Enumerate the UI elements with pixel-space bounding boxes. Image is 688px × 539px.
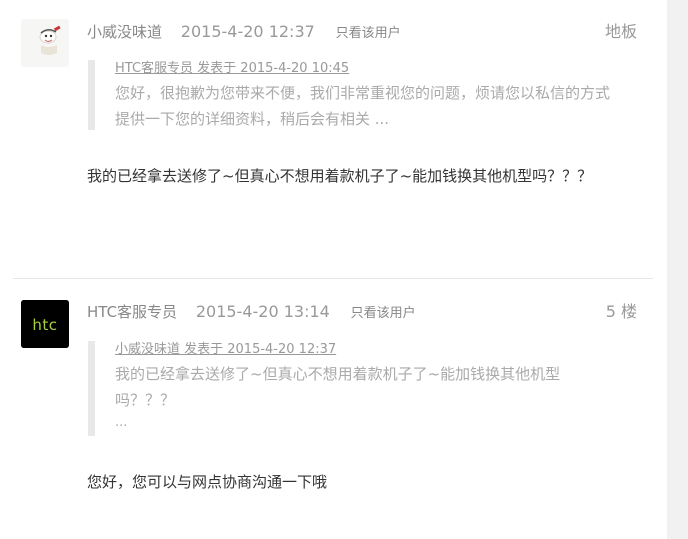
- post-meta: HTC客服专员 2015-4-20 13:14 只看该用户: [87, 300, 416, 324]
- only-this-user-link[interactable]: 只看该用户: [336, 26, 401, 41]
- quote-line: 吗？？？: [115, 391, 176, 409]
- quote-header[interactable]: 小威没味道 发表于 2015-4-20 12:37: [115, 341, 648, 359]
- quote-header[interactable]: HTC客服专员 发表于 2015-4-20 10:45: [115, 60, 648, 78]
- user-avatar-icon: [21, 19, 69, 67]
- post-content: 我的已经拿去送修了~但真心不想用着款机子了~能加钱换其他机型吗？？？: [87, 167, 593, 185]
- post: htc HTC客服专员 2015-4-20 13:14 只看该用户 5 楼 小威…: [0, 280, 667, 539]
- scrollbar-track[interactable]: [667, 0, 688, 539]
- htc-logo-icon: htc: [21, 300, 69, 348]
- quote-block: 小威没味道 发表于 2015-4-20 12:37 我的已经拿去送修了~但真心不…: [88, 341, 648, 436]
- post-divider: [13, 278, 653, 279]
- only-this-user-link[interactable]: 只看该用户: [351, 306, 416, 321]
- forum-thread: 小威没味道 2015-4-20 12:37 只看该用户 地板 HTC客服专员 发…: [0, 0, 688, 539]
- floor-number[interactable]: 地板: [605, 18, 637, 42]
- quote-line: 您好，很抱歉为您带来不便，我们非常重视您的问题，烦请您以私信的方式: [115, 84, 611, 102]
- quote-block: HTC客服专员 发表于 2015-4-20 10:45 您好，很抱歉为您带来不便…: [88, 60, 648, 130]
- post: 小威没味道 2015-4-20 12:37 只看该用户 地板 HTC客服专员 发…: [0, 0, 667, 279]
- avatar[interactable]: htc: [21, 300, 69, 348]
- quote-text: 我的已经拿去送修了~但真心不想用着款机子了~能加钱换其他机型 吗？？？: [115, 361, 648, 413]
- floor-number[interactable]: 5 楼: [606, 298, 637, 322]
- quote-ellipsis: ...: [115, 415, 128, 430]
- quote-line: 提供一下您的详细资料，稍后会有相关 ...: [115, 110, 390, 128]
- quote-text: 您好，很抱歉为您带来不便，我们非常重视您的问题，烦请您以私信的方式 提供一下您的…: [115, 80, 648, 132]
- post-content: 您好，您可以与网点协商沟通一下哦: [87, 473, 328, 491]
- post-time: 2015-4-20 13:14: [195, 302, 330, 321]
- quote-line: 我的已经拿去送修了~但真心不想用着款机子了~能加钱换其他机型: [115, 365, 561, 383]
- avatar[interactable]: [21, 19, 69, 67]
- author-name[interactable]: HTC客服专员: [87, 303, 177, 321]
- post-time: 2015-4-20 12:37: [180, 22, 315, 41]
- post-meta: 小威没味道 2015-4-20 12:37 只看该用户: [87, 20, 401, 44]
- htc-logo-text: htc: [32, 316, 57, 334]
- author-name[interactable]: 小威没味道: [87, 23, 162, 41]
